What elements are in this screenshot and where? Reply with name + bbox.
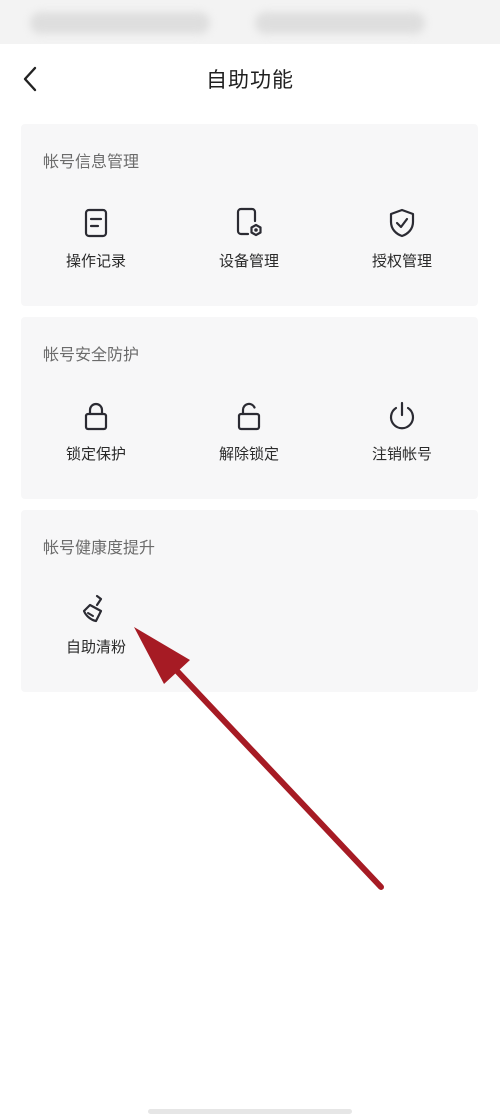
- home-indicator: [148, 1109, 352, 1114]
- status-bar: [0, 0, 500, 44]
- device-settings-icon: [232, 206, 266, 240]
- lock-protection-button[interactable]: 锁定保护: [36, 399, 156, 464]
- unlock-icon: [232, 399, 266, 433]
- document-icon: [79, 206, 113, 240]
- remove-fans-button[interactable]: 自助清粉: [36, 592, 156, 657]
- lock-icon: [79, 399, 113, 433]
- item-label: 操作记录: [65, 252, 126, 270]
- item-label: 解除锁定: [218, 445, 279, 463]
- item-label: 授权管理: [371, 252, 432, 270]
- section-title: 帐号安全防护: [43, 345, 140, 364]
- status-bar-blur: [255, 12, 425, 34]
- device-management-button[interactable]: 设备管理: [189, 206, 309, 271]
- item-label: 设备管理: [218, 252, 279, 270]
- unlock-button[interactable]: 解除锁定: [189, 399, 309, 464]
- section-account-info: 帐号信息管理 操作记录 设备管理 授权管理: [21, 124, 478, 306]
- operation-log-button[interactable]: 操作记录: [36, 206, 156, 271]
- section-title: 帐号信息管理: [43, 152, 140, 171]
- navigation-bar: 自助功能: [0, 44, 500, 114]
- broom-icon: [79, 592, 113, 626]
- authorization-management-button[interactable]: 授权管理: [342, 206, 462, 271]
- section-account-security: 帐号安全防护 锁定保护 解除锁定 注销帐号: [21, 317, 478, 499]
- item-label: 注销帐号: [371, 445, 432, 463]
- status-bar-blur: [30, 12, 210, 34]
- section-title: 帐号健康度提升: [43, 538, 156, 557]
- power-icon: [385, 399, 419, 433]
- page-title: 自助功能: [206, 68, 294, 92]
- cancel-account-button[interactable]: 注销帐号: [342, 399, 462, 464]
- item-label: 自助清粉: [65, 638, 126, 656]
- shield-check-icon: [385, 206, 419, 240]
- section-account-health: 帐号健康度提升 自助清粉: [21, 510, 478, 692]
- item-label: 锁定保护: [65, 445, 126, 463]
